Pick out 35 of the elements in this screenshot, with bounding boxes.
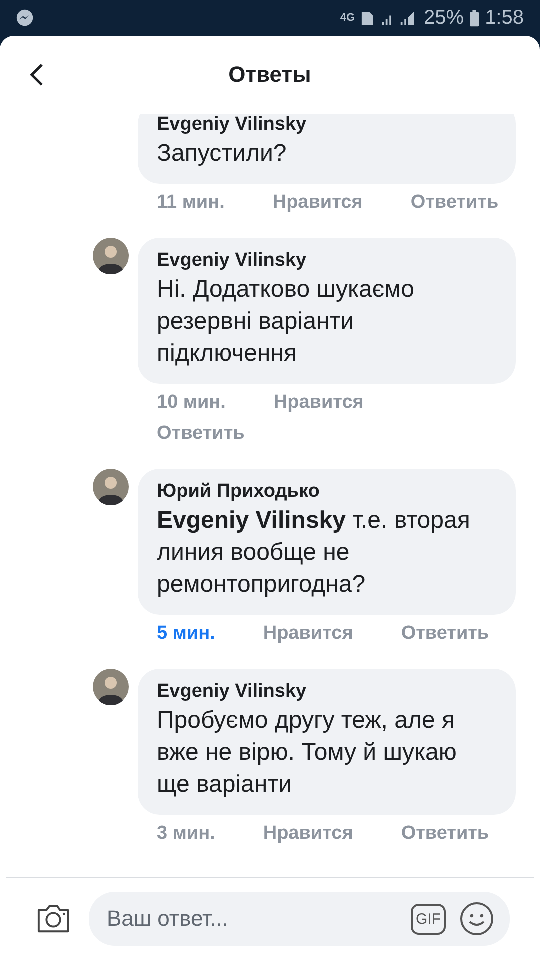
like-link[interactable]: Нравится <box>263 818 354 849</box>
like-link[interactable]: Нравится <box>263 618 354 649</box>
clock: 1:58 <box>485 6 524 30</box>
comment-time: 3 мин. <box>157 822 216 846</box>
author-name[interactable]: Evgeniy Vilinsky <box>157 114 482 138</box>
messenger-icon <box>16 9 34 27</box>
comment-text: Evgeniy Vilinsky т.е. вторая линия вообще не ремонтопригодна? <box>157 506 472 600</box>
like-link[interactable]: Нравится <box>272 187 363 218</box>
author-name[interactable]: Evgeniy Vilinsky <box>157 248 482 274</box>
author-name[interactable]: Юрий Приходько <box>157 479 482 505</box>
reply-link[interactable]: Ответить <box>401 618 490 649</box>
reply-link[interactable]: Ответить <box>157 418 245 449</box>
comment-time: 5 мин. <box>157 622 216 646</box>
comment-time: 11 мин. <box>157 191 225 215</box>
smiley-icon[interactable] <box>460 902 494 936</box>
battery-percent: 25% <box>424 6 464 30</box>
camera-icon[interactable] <box>36 903 71 935</box>
battery-icon <box>470 10 480 26</box>
reply-link[interactable]: Ответить <box>410 187 499 218</box>
avatar[interactable] <box>93 669 129 705</box>
page-title: Ответы <box>228 62 312 88</box>
network-label: 4G <box>340 12 356 24</box>
comment-time: 10 мин. <box>157 391 226 415</box>
comment-text: Ні. Додатково шукаємо резервні варіанти підключення <box>157 275 416 369</box>
author-name[interactable]: Evgeniy Vilinsky <box>157 679 482 705</box>
avatar[interactable] <box>93 469 129 505</box>
comment-text: Пробуємо другу теж, але я вже не вірю. Тому й шукаю ще варіанти <box>157 706 458 800</box>
gif-button[interactable]: GIF <box>411 904 446 934</box>
reply-field[interactable]: Ваш ответ... GIF <box>89 892 510 946</box>
like-link[interactable]: Нравится <box>274 387 364 418</box>
comment-text: Запустили? <box>157 139 288 169</box>
back-icon[interactable] <box>30 63 44 87</box>
reply-link[interactable]: Ответить <box>401 818 490 849</box>
avatar[interactable] <box>93 238 129 274</box>
sim-icon <box>361 10 374 26</box>
